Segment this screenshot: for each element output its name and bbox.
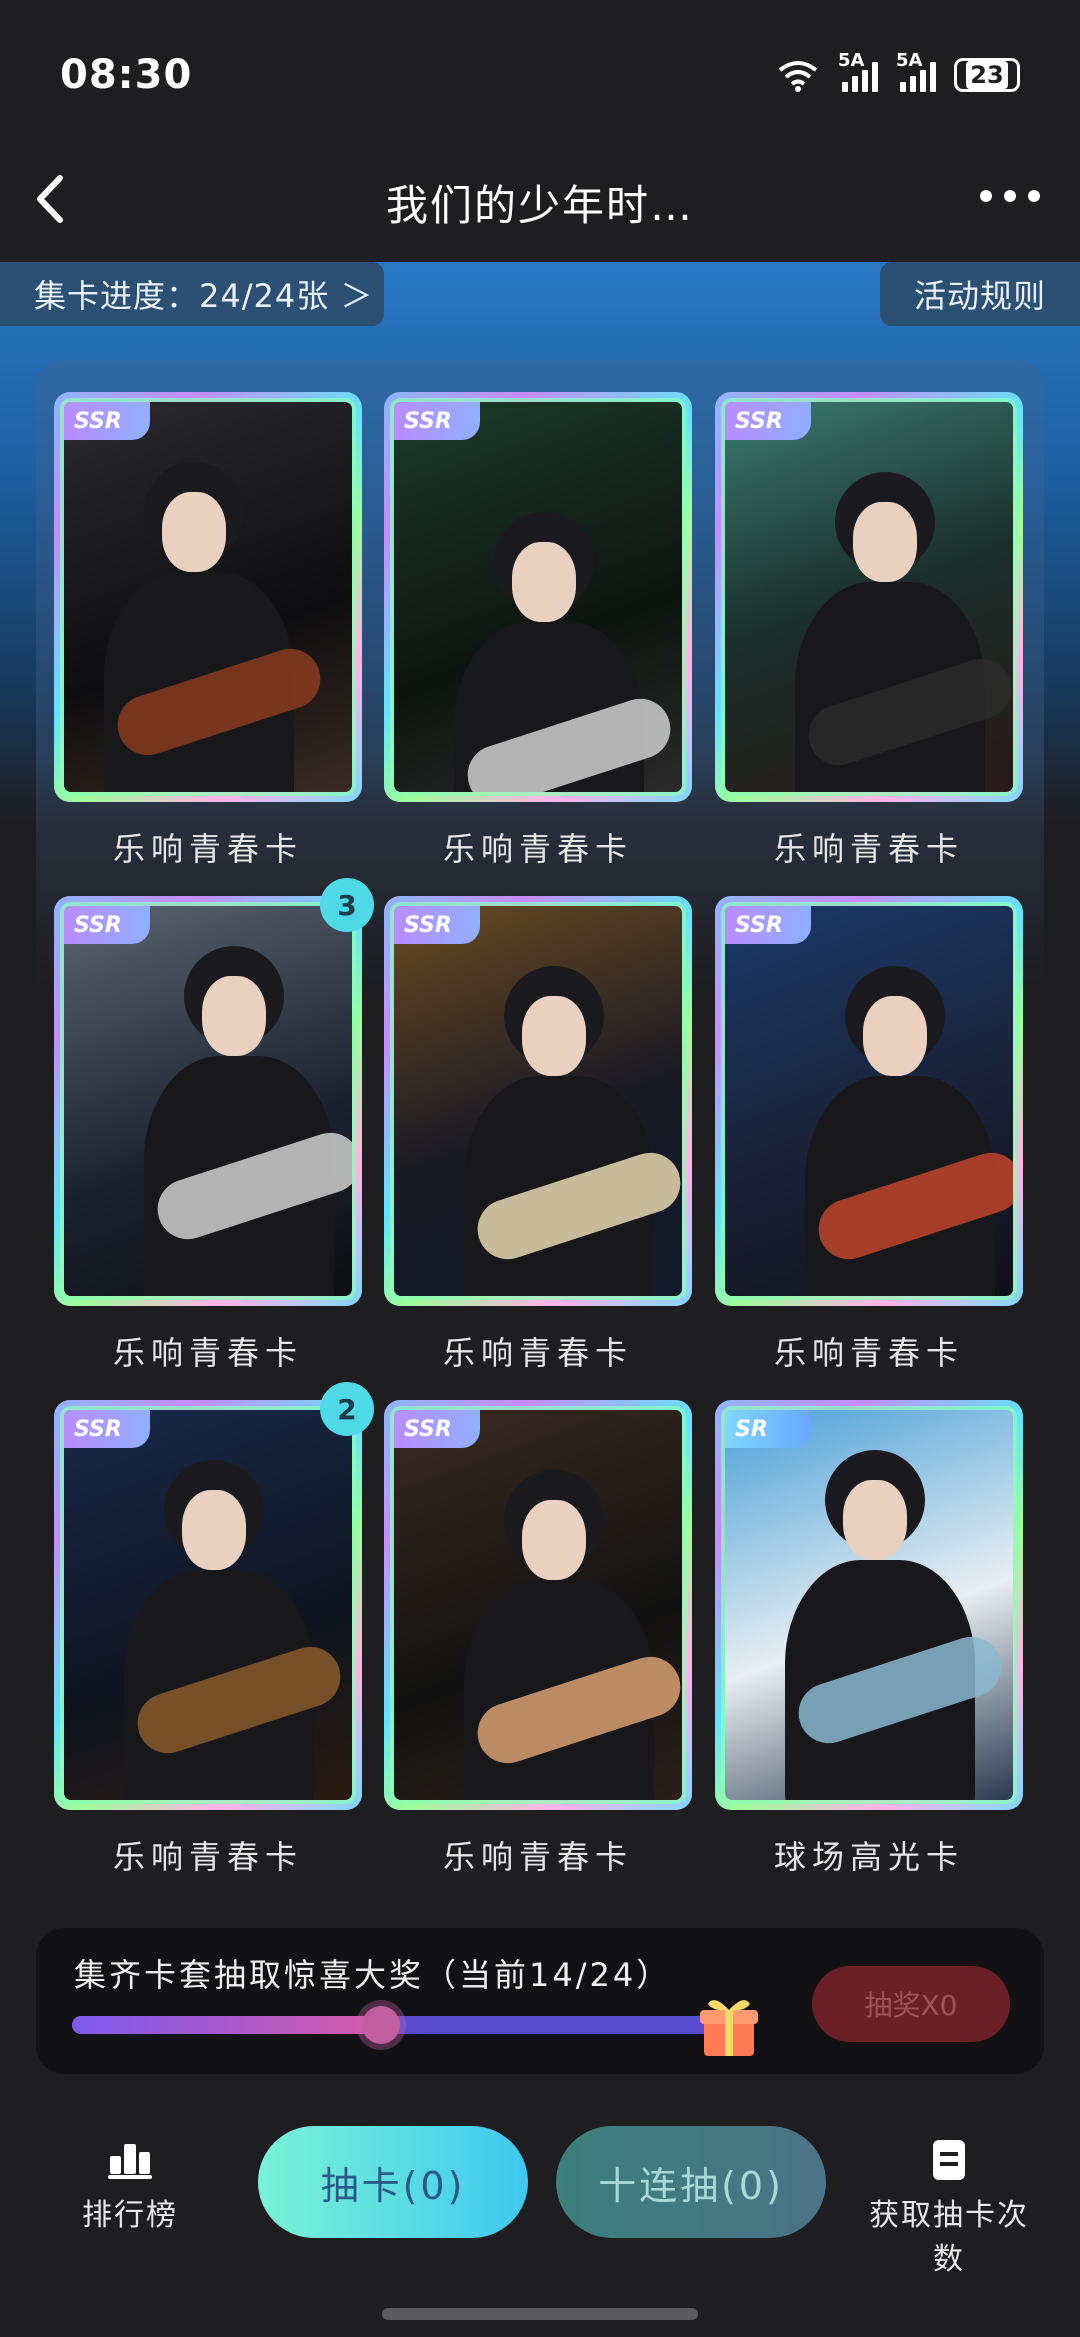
card-tile[interactable]: SSR <box>384 896 692 1306</box>
card-tile[interactable]: SSR <box>54 392 362 802</box>
person-face <box>853 502 917 582</box>
card-frame: SSR <box>390 902 686 1300</box>
activity-rules-button[interactable]: 活动规则 <box>880 262 1080 326</box>
status-icons: 5A 5A 23 <box>776 50 1020 92</box>
card-label: 乐响青春卡 <box>773 830 964 868</box>
rarity-badge: SSR <box>394 1410 480 1448</box>
home-indicator[interactable] <box>382 2308 698 2320</box>
card-count-badge: 3 <box>320 878 374 932</box>
leaderboard-button[interactable]: 排行榜 <box>60 2140 200 2234</box>
card-photo <box>394 1410 682 1800</box>
card-tile[interactable]: SSR <box>715 392 1023 802</box>
card-frame: SR <box>721 1406 1017 1804</box>
reward-progress-knob <box>362 2006 400 2044</box>
page-title: 我们的少年时… <box>385 181 694 230</box>
rarity-badge: SSR <box>394 906 480 944</box>
card-count-badge: 2 <box>320 1382 374 1436</box>
card-frame: SSR <box>60 398 356 796</box>
battery-icon: 23 <box>954 58 1020 92</box>
card-tile[interactable]: SSR <box>54 1400 362 1810</box>
card-photo <box>64 402 352 792</box>
reward-progress-bar <box>72 2006 752 2044</box>
card-label: 乐响青春卡 <box>112 1838 303 1876</box>
card-photo <box>725 402 1013 792</box>
card-frame: SSR <box>60 902 356 1300</box>
draw-card-button[interactable]: 抽卡(0) <box>258 2126 528 2238</box>
reward-panel: 集齐卡套抽取惊喜大奖（当前14/24） 抽奖X0 <box>36 1928 1044 2074</box>
card-frame: SSR <box>390 398 686 796</box>
person-face <box>182 1490 246 1570</box>
card-tile[interactable]: SSR <box>384 1400 692 1810</box>
reward-description: 集齐卡套抽取惊喜大奖（当前14/24） <box>74 1956 672 1994</box>
document-icon <box>933 2140 965 2180</box>
card-frame: SSR <box>721 902 1017 1300</box>
more-options-icon[interactable] <box>980 190 1040 202</box>
get-draw-chances-button[interactable]: 获取抽卡次数 <box>854 2140 1044 2278</box>
person-face <box>202 976 266 1056</box>
rarity-badge: SSR <box>725 402 811 440</box>
prize-draw-button[interactable]: 抽奖X0 <box>812 1966 1010 2042</box>
cell-signal-icon: 5A <box>838 50 878 92</box>
nav-header: 我们的少年时… <box>0 150 1080 260</box>
ten-draw-button[interactable]: 十连抽(0) <box>556 2126 826 2238</box>
person-face <box>863 996 927 1076</box>
rarity-badge: SSR <box>64 402 150 440</box>
card-label: 乐响青春卡 <box>112 1334 303 1372</box>
rarity-badge: SSR <box>725 906 811 944</box>
collection-progress-button[interactable]: 集卡进度：24/24张 ＞ <box>0 262 384 326</box>
card-photo <box>64 1410 352 1800</box>
card-label: 乐响青春卡 <box>773 1334 964 1372</box>
person-face <box>522 996 586 1076</box>
reward-progress-fill <box>72 2016 381 2034</box>
card-label: 乐响青春卡 <box>442 1334 633 1372</box>
card-tile[interactable]: SSR <box>54 896 362 1306</box>
card-photo <box>394 906 682 1296</box>
wifi-icon <box>778 61 818 92</box>
status-time: 08:30 <box>60 52 193 98</box>
battery-level: 23 <box>966 61 1008 89</box>
cell-signal-icon: 5A <box>896 50 936 92</box>
person-face <box>843 1480 907 1560</box>
status-bar: 08:30 5A 5A 23 <box>0 0 1080 150</box>
bottom-bar: 排行榜 抽卡(0) 十连抽(0) 获取抽卡次数 <box>0 2100 1080 2337</box>
card-frame: SSR <box>390 1406 686 1804</box>
rarity-badge: SSR <box>394 402 480 440</box>
card-tile[interactable]: SSR <box>715 896 1023 1306</box>
card-photo <box>64 906 352 1296</box>
leaderboard-icon <box>108 2140 152 2180</box>
person-face <box>522 1500 586 1580</box>
rarity-badge: SSR <box>64 906 150 944</box>
get-draw-chances-label: 获取抽卡次数 <box>869 2198 1029 2277</box>
gift-icon <box>700 2000 758 2056</box>
card-photo <box>725 906 1013 1296</box>
card-frame: SSR <box>721 398 1017 796</box>
card-label: 乐响青春卡 <box>442 1838 633 1876</box>
rarity-badge: SSR <box>64 1410 150 1448</box>
card-tile[interactable]: SR <box>715 1400 1023 1810</box>
person-face <box>162 492 226 572</box>
card-photo <box>725 1410 1013 1800</box>
person-face <box>512 542 576 622</box>
leaderboard-label: 排行榜 <box>82 2198 178 2233</box>
card-tile[interactable]: SSR <box>384 392 692 802</box>
rarity-badge: SR <box>725 1410 811 1448</box>
card-frame: SSR <box>60 1406 356 1804</box>
card-label: 乐响青春卡 <box>112 830 303 868</box>
card-photo <box>394 402 682 792</box>
card-label: 乐响青春卡 <box>442 830 633 868</box>
card-label: 球场高光卡 <box>773 1838 964 1876</box>
